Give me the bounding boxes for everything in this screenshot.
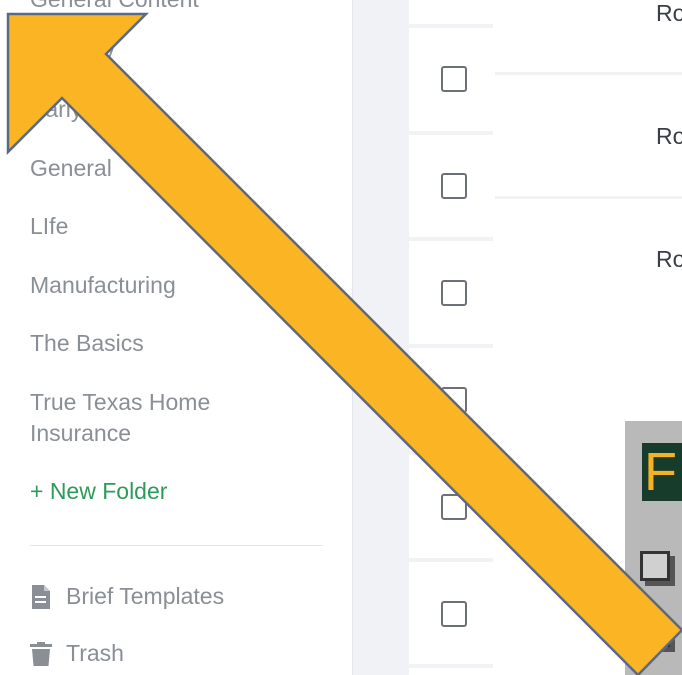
title-row-separator — [495, 196, 682, 199]
sidebar-folder-general-content[interactable]: General Content — [30, 0, 199, 15]
row-separator — [409, 451, 493, 455]
sidebar: General Content Hendley Early Stages Gen… — [0, 0, 353, 675]
popup-header-letter: F — [644, 442, 677, 502]
sidebar-folder-the-basics[interactable]: The Basics — [30, 328, 144, 359]
row-checkbox[interactable] — [441, 601, 467, 627]
row-separator — [409, 344, 493, 348]
popup-checkbox[interactable] — [640, 617, 670, 647]
overlay-popup: F — [625, 421, 682, 675]
sidebar-divider — [30, 545, 323, 546]
brief-templates-label: Brief Templates — [66, 583, 225, 609]
row-checkbox[interactable] — [441, 280, 467, 306]
sidebar-folder-general[interactable]: General — [30, 153, 112, 184]
row-title[interactable]: Ro — [656, 123, 682, 150]
popup-header: F — [642, 442, 682, 502]
sidebar-folder-hendley[interactable]: Hendley — [30, 36, 114, 67]
sidebar-folder-early-stages[interactable]: Early Stages — [30, 94, 160, 125]
trash-icon — [30, 641, 52, 666]
row-checkbox[interactable] — [441, 173, 467, 199]
row-checkbox[interactable] — [441, 494, 467, 520]
row-separator — [409, 237, 493, 241]
sidebar-folder-manufacturing[interactable]: Manufacturing — [30, 270, 176, 301]
title-row-separator — [495, 72, 682, 75]
trash-link[interactable]: Trash — [30, 640, 124, 667]
row-checkbox[interactable] — [441, 66, 467, 92]
content-gutter — [353, 0, 409, 675]
row-title[interactable]: Ro — [656, 246, 682, 273]
row-separator — [409, 664, 493, 668]
row-separator — [409, 131, 493, 135]
row-separator — [409, 24, 493, 28]
row-title[interactable]: Ro — [656, 0, 682, 27]
row-checkbox[interactable] — [441, 387, 467, 413]
row-separator — [409, 558, 493, 562]
sidebar-folder-life[interactable]: LIfe — [30, 211, 68, 242]
new-folder-link[interactable]: + New Folder — [30, 478, 167, 505]
popup-checkbox[interactable] — [640, 551, 670, 581]
trash-label: Trash — [66, 640, 124, 666]
sidebar-folder-true-texas-home[interactable]: True Texas Home — [30, 387, 210, 418]
document-icon — [32, 584, 50, 609]
sidebar-folder-true-texas-home-line2[interactable]: Insurance — [30, 418, 131, 449]
brief-templates-link[interactable]: Brief Templates — [30, 583, 224, 610]
